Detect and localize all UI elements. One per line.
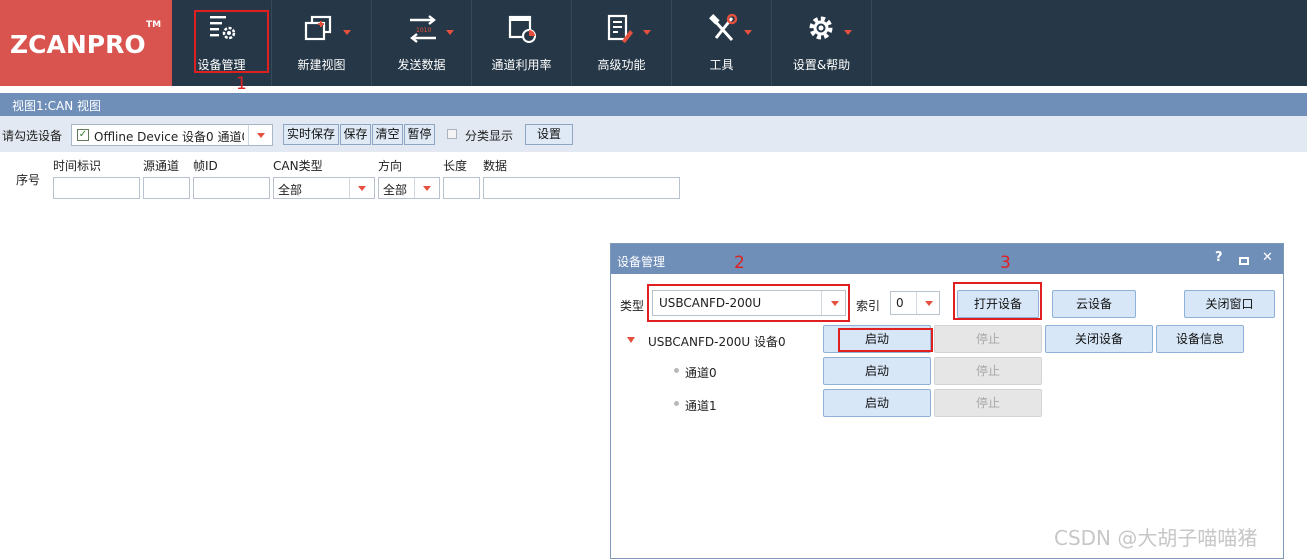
col-can-type: CAN类型 <box>273 159 323 173</box>
frame-id-filter-input[interactable] <box>193 177 270 199</box>
channel-1-start-button[interactable]: 启动 <box>823 389 931 417</box>
device-select-value: Offline Device 设备0 通道0 <box>94 130 244 144</box>
highlight-box-2 <box>647 284 850 322</box>
can-type-filter-value: 全部 <box>278 183 303 197</box>
length-filter-input[interactable] <box>443 177 480 199</box>
device-index-select[interactable]: 0 <box>890 291 940 315</box>
can-type-filter-select[interactable]: 全部 <box>273 177 375 199</box>
toolbar-send-data[interactable]: 1010 发送数据 <box>372 0 472 86</box>
cloud-device-button[interactable]: 云设备 <box>1052 290 1136 318</box>
toolbar-label: 工具 <box>709 58 734 72</box>
type-label: 类型 <box>620 299 645 313</box>
channel-1-label: 通道1 <box>685 399 717 413</box>
device-info-button[interactable]: 设备信息 <box>1156 325 1244 353</box>
select-device-label: 请勾选设备 <box>2 129 63 143</box>
channel-0-label: 通道0 <box>685 366 717 380</box>
classify-checkbox[interactable] <box>447 129 457 139</box>
device-node-label: USBCANFD-200U 设备0 <box>648 335 786 349</box>
chevron-down-icon <box>343 30 351 35</box>
chevron-down-icon <box>423 186 431 191</box>
col-index: 序号 <box>16 173 41 187</box>
col-length: 长度 <box>443 159 468 173</box>
channel-1-stop-button[interactable]: 停止 <box>934 389 1042 417</box>
col-source-channel: 源通道 <box>143 159 180 173</box>
highlight-box-1 <box>194 10 269 73</box>
device-select[interactable]: ✓ Offline Device 设备0 通道0 <box>71 124 273 146</box>
source-channel-filter-input[interactable] <box>143 177 190 199</box>
highlight-box-3 <box>953 282 1042 320</box>
help-icon[interactable]: ? <box>1215 250 1223 265</box>
toolbar-tools[interactable]: 工具 <box>672 0 772 86</box>
index-label: 索引 <box>856 299 881 313</box>
chevron-down-icon <box>643 30 651 35</box>
toolbar-settings-help[interactable]: 设置&帮助 <box>772 0 872 86</box>
col-frame-id: 帧ID <box>193 159 218 173</box>
device-index-value: 0 <box>896 296 904 310</box>
send-data-icon: 1010 <box>410 15 436 43</box>
toolbar-advanced[interactable]: 高级功能 <box>572 0 672 86</box>
tools-icon <box>709 14 738 42</box>
channel-0-start-button[interactable]: 启动 <box>823 357 931 385</box>
settings-button[interactable]: 设置 <box>525 124 573 145</box>
step-number-1: 1 <box>236 74 247 94</box>
chevron-down-icon <box>358 186 366 191</box>
step-number-2: 2 <box>734 253 745 273</box>
app-logo: ZCANPRO TM <box>0 0 172 86</box>
toolbar-label: 高级功能 <box>597 58 646 72</box>
toolbar-label: 设置&帮助 <box>792 58 851 72</box>
close-device-button[interactable]: 关闭设备 <box>1045 325 1153 353</box>
toolbar-new-view[interactable]: 新建视图 <box>272 0 372 86</box>
device-manager-dialog: 设备管理 ? ✕ 类型 USBCANFD-200U 2 索引 0 打开设备 3 … <box>610 243 1284 559</box>
col-direction: 方向 <box>378 159 403 173</box>
clear-button[interactable]: 清空 <box>372 124 403 145</box>
advanced-icon <box>607 14 633 43</box>
close-icon[interactable]: ✕ <box>1262 250 1273 265</box>
toolbar-label: 通道利用率 <box>491 58 552 72</box>
close-window-button[interactable]: 关闭窗口 <box>1184 290 1275 318</box>
step-number-3: 3 <box>1000 253 1011 273</box>
watermark: CSDN @大胡子喵喵猪 <box>1054 526 1258 550</box>
expand-arrow-icon[interactable] <box>627 337 635 343</box>
toolbar-channel-usage[interactable]: 通道利用率 <box>472 0 572 86</box>
channel-0-stop-button[interactable]: 停止 <box>934 357 1042 385</box>
device-checkbox[interactable]: ✓ <box>77 129 89 141</box>
save-button[interactable]: 保存 <box>340 124 371 145</box>
timestamp-filter-input[interactable] <box>53 177 140 199</box>
logo-trademark: TM <box>146 20 162 30</box>
realtime-save-button[interactable]: 实时保存 <box>283 124 339 145</box>
filter-toolbar: 请勾选设备 ✓ Offline Device 设备0 通道0 实时保存 保存 清… <box>0 116 1307 152</box>
dialog-title-bar: 设备管理 ? ✕ <box>611 244 1283 274</box>
view-title-bar: 视图1:CAN 视图 <box>0 93 1307 116</box>
direction-filter-value: 全部 <box>383 183 408 197</box>
chevron-down-icon <box>744 30 752 35</box>
dialog-title: 设备管理 <box>617 255 666 269</box>
col-timestamp: 时间标识 <box>53 159 102 173</box>
toolbar-label: 发送数据 <box>397 58 446 72</box>
data-filter-input[interactable] <box>483 177 680 199</box>
direction-filter-select[interactable]: 全部 <box>378 177 440 199</box>
gear-icon <box>809 16 833 40</box>
pause-button[interactable]: 暂停 <box>404 124 435 145</box>
logo-text: ZCANPRO <box>10 30 146 59</box>
device-stop-button[interactable]: 停止 <box>934 325 1042 353</box>
channel-usage-icon <box>508 15 536 43</box>
highlight-box-4 <box>838 328 933 352</box>
toolbar-label: 新建视图 <box>297 58 346 72</box>
maximize-icon[interactable] <box>1239 257 1249 265</box>
tree-bullet-icon <box>674 401 679 406</box>
chevron-down-icon <box>257 133 265 138</box>
svg-text:1010: 1010 <box>416 27 431 34</box>
chevron-down-icon <box>925 301 933 306</box>
tree-bullet-icon <box>674 368 679 373</box>
view-title: 视图1:CAN 视图 <box>12 99 102 113</box>
col-data: 数据 <box>483 159 508 173</box>
new-view-icon <box>304 15 332 41</box>
chevron-down-icon <box>844 30 852 35</box>
classify-label: 分类显示 <box>465 129 514 143</box>
chevron-down-icon <box>446 30 454 35</box>
